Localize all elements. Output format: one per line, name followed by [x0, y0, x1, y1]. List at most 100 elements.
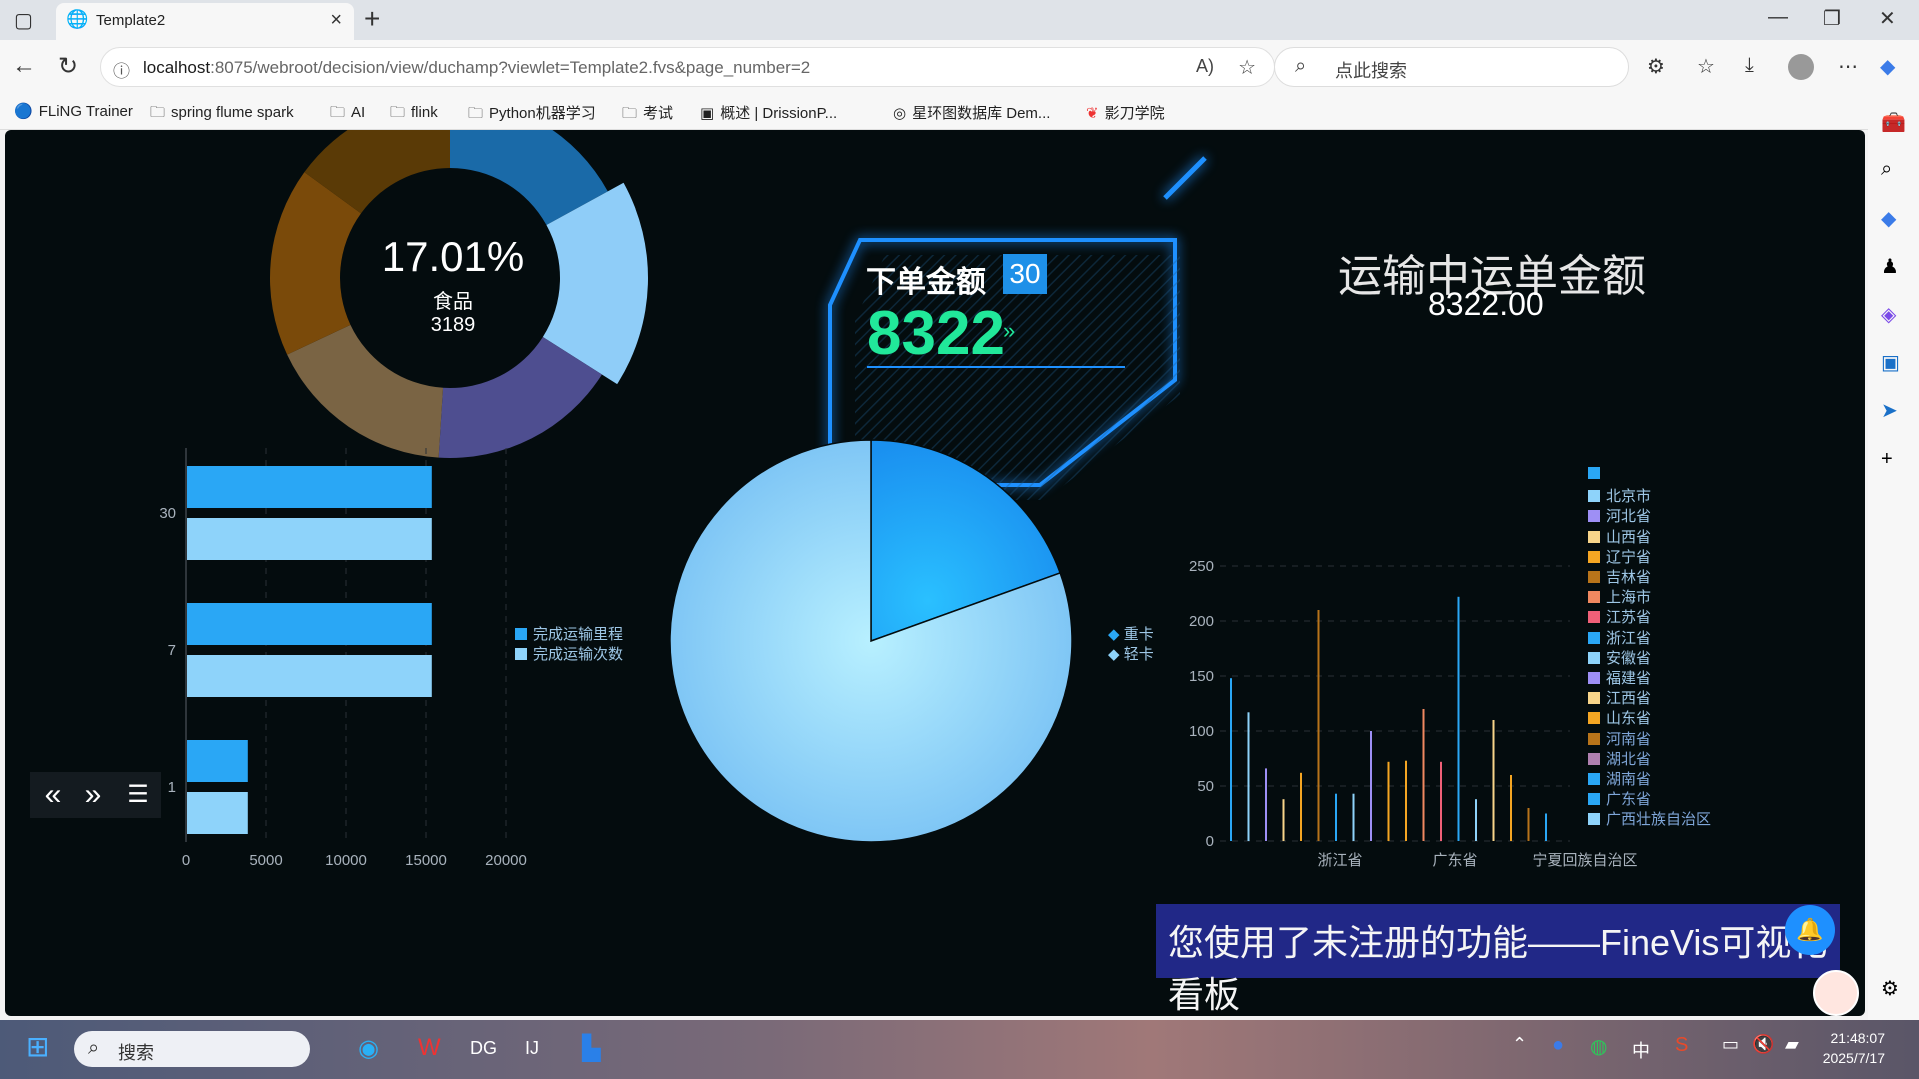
legend-light-truck[interactable]: ◆ 轻卡	[1108, 643, 1154, 664]
legend-item[interactable]	[1588, 465, 1606, 482]
tray-chevron-icon[interactable]: ⌃	[1512, 1034, 1527, 1055]
ime-indicator[interactable]: 中	[1632, 1037, 1650, 1063]
bar[interactable]	[1352, 793, 1355, 841]
taskbar-clock[interactable]: 21:48:07 2025/7/17	[1823, 1028, 1885, 1068]
legend-item[interactable]: 湖北省	[1588, 748, 1651, 769]
bookmark-drission[interactable]: ▣ 概述 | DrissionP...	[700, 102, 837, 123]
legend-item[interactable]: 河北省	[1588, 505, 1651, 526]
favorite-star-icon[interactable]: ☆	[1238, 55, 1256, 80]
bookmark-spring[interactable]: 🗀 spring flume spark	[150, 102, 294, 127]
back-button[interactable]: ←	[12, 52, 36, 80]
settings-gear-icon[interactable]: ⚙	[1881, 976, 1899, 1001]
legend-item[interactable]: 浙江省	[1588, 627, 1651, 648]
bar[interactable]	[1422, 709, 1425, 841]
reload-button[interactable]: ↻	[58, 52, 78, 81]
bar[interactable]	[1457, 596, 1460, 841]
close-tab-icon[interactable]: ×	[330, 9, 342, 32]
bar[interactable]	[1492, 720, 1495, 841]
bar[interactable]	[1317, 610, 1320, 841]
bar[interactable]	[187, 518, 432, 560]
bookmark-exam[interactable]: 🗀 考试	[622, 102, 673, 128]
bar[interactable]	[1510, 775, 1512, 841]
games-icon[interactable]: ♟	[1881, 254, 1899, 279]
windows-start-icon[interactable]: ⊞	[26, 1030, 49, 1063]
legend-item[interactable]: 吉林省	[1588, 566, 1651, 587]
bar[interactable]	[1370, 731, 1372, 841]
network-icon[interactable]: ▭	[1722, 1034, 1739, 1055]
legend-heavy-truck[interactable]: ◆ 重卡	[1108, 623, 1154, 644]
taskbar-search[interactable]: ⌕ 搜索	[74, 1031, 310, 1067]
legend-item[interactable]: 广西壮族自治区	[1588, 808, 1711, 829]
donut-slice[interactable]	[287, 324, 444, 458]
office-icon[interactable]: ◈	[1881, 302, 1896, 327]
profile-avatar[interactable]	[1788, 54, 1814, 80]
battery-icon[interactable]: ▰	[1785, 1034, 1799, 1055]
province-bar-chart[interactable]: 0 50 100 150 200 250 浙江省 广东省 宁夏回族自治区	[1189, 558, 1638, 869]
bar[interactable]	[1230, 678, 1232, 841]
bar[interactable]	[1527, 808, 1530, 841]
bar[interactable]	[187, 603, 432, 645]
bookmark-graphdb[interactable]: ◎ 星环图数据库 Dem...	[893, 102, 1050, 123]
bookmark-python[interactable]: 🗀 Python机器学习	[468, 102, 596, 128]
bar[interactable]	[187, 655, 432, 697]
bar[interactable]	[1265, 768, 1267, 841]
bookmark-ai[interactable]: 🗀 AI	[330, 102, 365, 127]
assistant-avatar[interactable]	[1813, 970, 1859, 1016]
info-icon[interactable]: ⓘ	[113, 57, 130, 82]
legend-item[interactable]: 河南省	[1588, 728, 1651, 749]
legend-item[interactable]: 江苏省	[1588, 606, 1651, 627]
bar[interactable]	[1247, 712, 1250, 841]
truck-type-pie-chart[interactable]	[669, 439, 1073, 843]
bookmark-yingdao[interactable]: ❦ 影刀学院	[1086, 102, 1165, 123]
send-icon[interactable]: ➤	[1881, 398, 1898, 423]
wechat-icon[interactable]: ◍	[1590, 1034, 1607, 1059]
legend-item[interactable]: 北京市	[1588, 485, 1651, 506]
legend-item[interactable]: 江西省	[1588, 687, 1651, 708]
volume-muted-icon[interactable]: 🔇	[1752, 1034, 1774, 1055]
bar[interactable]	[1405, 760, 1407, 841]
bar[interactable]	[1440, 761, 1442, 841]
sidebar-toggle-icon[interactable]: ▢	[14, 8, 33, 33]
legend-item[interactable]: 山东省	[1588, 707, 1651, 728]
bar[interactable]	[1335, 793, 1337, 841]
minimize-button[interactable]: —	[1768, 6, 1788, 29]
bar[interactable]	[1545, 813, 1547, 842]
more-menu-icon[interactable]: ⋯	[1838, 54, 1858, 79]
downloads-icon[interactable]: ⤓	[1745, 54, 1754, 77]
datagrip-icon[interactable]: DG	[470, 1038, 497, 1059]
add-icon[interactable]: +	[1881, 448, 1893, 471]
bookmark-fling[interactable]: 🔵 FLiNG Trainer	[14, 102, 133, 120]
search-icon[interactable]: ⌕	[1881, 158, 1892, 181]
legend-item[interactable]: 山西省	[1588, 526, 1651, 547]
tray-app-icon[interactable]: ●	[1552, 1034, 1564, 1057]
bar[interactable]	[187, 792, 248, 834]
close-window-button[interactable]: ✕	[1879, 6, 1896, 31]
address-bar[interactable]: ⓘ localhost:8075/webroot/decision/view/d…	[100, 47, 1275, 87]
notification-bell-icon[interactable]: 🔔	[1785, 905, 1835, 955]
restore-button[interactable]: ❐	[1823, 6, 1841, 31]
legend-item[interactable]: 安徽省	[1588, 647, 1651, 668]
legend-item[interactable]: 广东省	[1588, 788, 1651, 809]
read-aloud-icon[interactable]: A)	[1196, 56, 1214, 77]
sogou-icon[interactable]: S	[1675, 1034, 1688, 1057]
legend-item[interactable]: 湖南省	[1588, 768, 1651, 789]
edge-icon[interactable]: ◉	[358, 1034, 379, 1063]
copilot-icon[interactable]: ◆	[1880, 54, 1895, 79]
tag-icon[interactable]: ◆	[1881, 206, 1896, 231]
legend-item[interactable]: 辽宁省	[1588, 546, 1651, 567]
outlook-icon[interactable]: ▣	[1881, 350, 1900, 375]
mileage-bar-chart[interactable]: 0 5000 10000 15000 20000 30 7 1	[159, 448, 527, 869]
new-tab-button[interactable]: +	[364, 3, 380, 35]
wps-icon[interactable]: W	[418, 1034, 441, 1062]
bar[interactable]	[1475, 799, 1477, 841]
bar[interactable]	[1300, 772, 1302, 841]
next-page-button[interactable]: »	[70, 772, 116, 818]
page-list-button[interactable]: ☰	[115, 772, 161, 818]
legend-item[interactable]: 福建省	[1588, 667, 1651, 688]
search-box[interactable]: ⌕ 点此搜索	[1274, 47, 1629, 87]
bookmark-flink[interactable]: 🗀 flink	[390, 102, 438, 127]
favorites-icon[interactable]: ☆	[1697, 54, 1715, 79]
bar[interactable]	[187, 740, 248, 782]
bar[interactable]	[1282, 799, 1285, 841]
toolbox-icon[interactable]: 🧰	[1881, 110, 1906, 135]
